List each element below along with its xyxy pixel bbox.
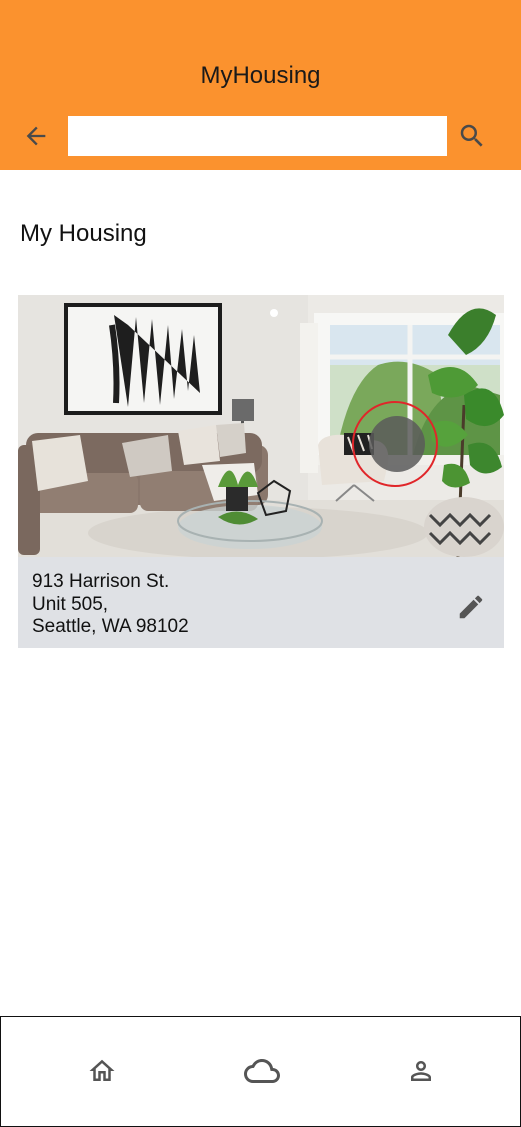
pencil-icon — [459, 595, 483, 619]
search-input[interactable] — [68, 116, 447, 156]
address-line-2: Unit 505, — [32, 593, 109, 615]
search-icon — [460, 124, 483, 147]
nav-home[interactable] — [82, 1051, 122, 1091]
address-line-3: Seattle, WA 98102 — [32, 616, 189, 637]
person-icon — [411, 1061, 431, 1081]
bottom-nav — [0, 1016, 521, 1127]
housing-card[interactable]: 913 Harrison St. Unit 505, Seattle, WA 9… — [18, 295, 504, 648]
living-room-photo — [18, 295, 504, 557]
nav-profile[interactable] — [401, 1051, 441, 1091]
arrow-left-icon — [26, 126, 46, 146]
address-line-1: 913 Harrison St. — [32, 571, 170, 592]
app-title: MyHousing — [200, 62, 321, 89]
nav-cloud[interactable] — [242, 1051, 282, 1091]
back-button[interactable] — [18, 118, 54, 154]
edit-button[interactable] — [453, 589, 489, 625]
app-bar: MyHousing — [0, 0, 521, 170]
page-title: My Housing — [20, 220, 147, 247]
address: 913 Harrison St. Unit 505, Seattle, WA 9… — [32, 571, 189, 639]
cloud-icon — [244, 1059, 280, 1083]
search-button[interactable] — [454, 118, 490, 154]
home-icon — [89, 1059, 115, 1081]
